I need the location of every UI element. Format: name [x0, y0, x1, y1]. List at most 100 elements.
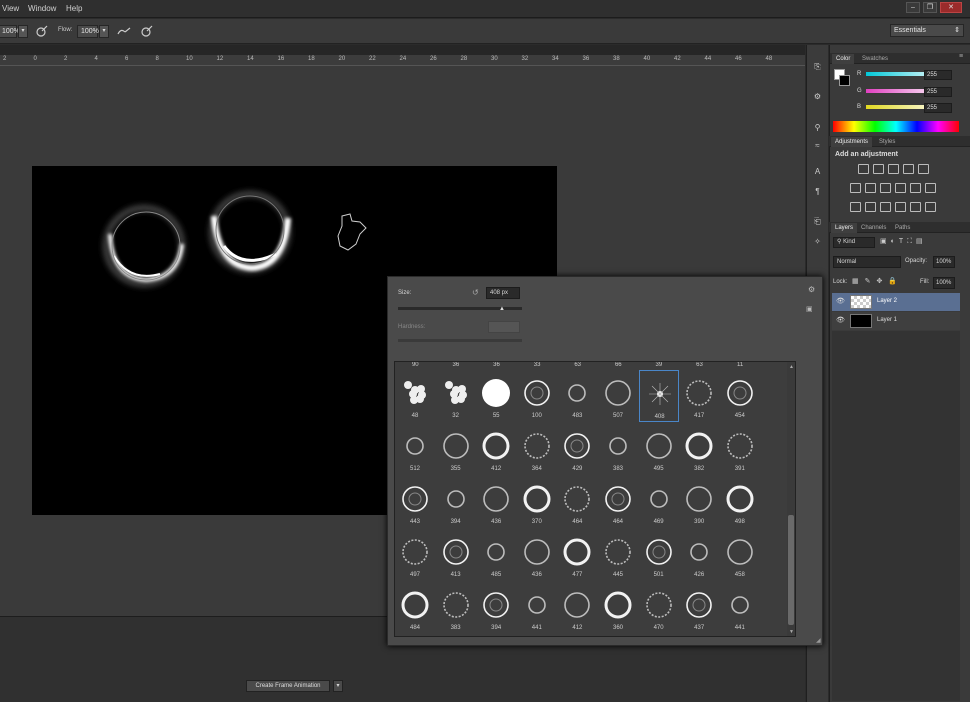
brush-preset-tile[interactable]: 55	[476, 370, 516, 422]
character-icon[interactable]: A	[811, 165, 824, 178]
brush-preset-tile[interactable]: 413	[436, 529, 476, 581]
brush-preset-tile[interactable]: 382	[679, 423, 719, 475]
scroll-up-icon[interactable]: ▲	[789, 364, 794, 370]
brush-preset-tile[interactable]: 417	[679, 370, 719, 422]
brush-preset-tile[interactable]: 469	[639, 476, 679, 528]
brush-presets-icon[interactable]: ⚲	[811, 121, 824, 134]
layer-filter-icons[interactable]: ▣◐T⛶▤	[880, 237, 960, 248]
tab-styles[interactable]: Styles	[875, 137, 899, 147]
brush-preset-tile[interactable]: 464	[557, 476, 597, 528]
brush-preset-tile[interactable]: 394	[476, 582, 516, 634]
brush-preset-tile[interactable]: 485	[476, 529, 516, 581]
brush-preset-tile[interactable]: 408	[638, 370, 679, 422]
brush-preset-tile[interactable]: 483	[557, 370, 597, 422]
menu-view[interactable]: View	[2, 4, 19, 13]
tab-layers[interactable]: Layers	[831, 223, 858, 233]
misc-adjust-icon[interactable]	[925, 202, 936, 212]
pressure-size-icon[interactable]	[140, 25, 153, 38]
selective-color-icon[interactable]	[910, 202, 921, 212]
properties-icon[interactable]: ⚙	[811, 90, 824, 103]
brush-preset-tile[interactable]: 383	[598, 423, 638, 475]
brush-preset-tile[interactable]: 441	[517, 582, 557, 634]
brush-preset-tile[interactable]: 443	[395, 476, 435, 528]
black-white-icon[interactable]	[880, 183, 891, 193]
brush-preset-tile[interactable]: 383	[436, 582, 476, 634]
brush-preset-tile[interactable]: 477	[557, 529, 597, 581]
close-button[interactable]: ✕	[940, 2, 962, 13]
brush-preset-tile[interactable]: 370	[517, 476, 557, 528]
exposure-icon[interactable]	[903, 164, 914, 174]
create-frame-animation-button[interactable]: Create Frame Animation	[246, 680, 330, 692]
hardness-slider[interactable]	[398, 339, 522, 342]
hue-saturation-icon[interactable]	[850, 183, 861, 193]
blend-mode-select[interactable]: Normal	[833, 256, 901, 268]
brush-preset-tile[interactable]: 445	[598, 529, 638, 581]
brush-preset-tile[interactable]: 441	[720, 582, 760, 634]
brush-preset-tile[interactable]: 364	[517, 423, 557, 475]
opacity-field[interactable]: 100%	[0, 25, 20, 38]
brush-preset-tile[interactable]: 507	[598, 370, 638, 422]
history-icon[interactable]: ⎘	[811, 60, 824, 73]
invert-icon[interactable]	[850, 202, 861, 212]
brush-preset-tile[interactable]: 501	[639, 529, 679, 581]
paragraph-icon[interactable]: ¶	[811, 185, 824, 198]
horizontal-ruler[interactable]: 2 0 2 4 6 8 10 12 14 16 18 20 22 24 26 28 30 32 34 36 38 40 42…	[0, 55, 805, 66]
channel-mixer-icon[interactable]	[910, 183, 921, 193]
lock-icons[interactable]: ▦✎✥🔒	[852, 277, 903, 285]
flow-field[interactable]: 100%	[77, 25, 99, 38]
workspace-switcher[interactable]: Essentials ⇕	[890, 24, 964, 37]
threshold-icon[interactable]	[880, 202, 891, 212]
channel-r-value[interactable]: 255	[924, 70, 952, 80]
airbrush-icon[interactable]	[116, 25, 132, 38]
scroll-down-icon[interactable]: ▼	[789, 629, 794, 635]
brush-preset-tile[interactable]: 498	[720, 476, 760, 528]
brush-preset-tile[interactable]: 458	[720, 529, 760, 581]
brush-preset-tile[interactable]: 363	[436, 635, 476, 636]
reset-size-icon[interactable]: ↺	[472, 288, 479, 297]
channel-g-value[interactable]: 255	[924, 87, 952, 97]
brush-preset-tile[interactable]: 454	[720, 370, 760, 422]
curves-icon[interactable]	[888, 164, 899, 174]
brush-preset-tile[interactable]: 484	[395, 582, 435, 634]
minimize-button[interactable]: –	[906, 2, 920, 13]
scrollbar-thumb[interactable]	[788, 515, 794, 625]
vibrance-icon[interactable]	[918, 164, 929, 174]
brush-preset-tile[interactable]: 355	[436, 423, 476, 475]
brush-preset-tile[interactable]: 426	[679, 529, 719, 581]
brush-preset-tile[interactable]: 497	[395, 529, 435, 581]
eye-icon[interactable]: 👁	[836, 297, 845, 305]
tool-presets-icon[interactable]: ✧	[811, 235, 824, 248]
brush-preset-tile[interactable]: 360	[598, 582, 638, 634]
gear-icon[interactable]: ⚙	[808, 285, 815, 294]
brush-preset-tile[interactable]: 100	[517, 370, 557, 422]
panel-menu-icon[interactable]: ≡	[959, 53, 963, 60]
new-preset-icon[interactable]: ▣	[806, 305, 813, 313]
brush-preset-tile[interactable]: 48	[395, 370, 435, 422]
clone-source-icon[interactable]: ⎗	[811, 215, 824, 228]
resize-grip-icon[interactable]: ◢	[816, 637, 821, 644]
layer-row-layer-2[interactable]: 👁 Layer 2	[832, 293, 960, 311]
levels-icon[interactable]	[873, 164, 884, 174]
channel-b-value[interactable]: 255	[924, 103, 952, 113]
layer-opacity-field[interactable]: 100%	[933, 256, 955, 268]
brush-preset-tile[interactable]: 436	[517, 529, 557, 581]
brush-preset-tile[interactable]: 412	[557, 582, 597, 634]
layer-name[interactable]: Layer 1	[877, 317, 897, 323]
tab-color[interactable]: Color	[832, 54, 855, 64]
tab-adjustments[interactable]: Adjustments	[831, 137, 873, 147]
tab-paths[interactable]: Paths	[891, 223, 914, 233]
size-field[interactable]: 408 px	[486, 287, 520, 299]
brush-preset-tile[interactable]: 390	[679, 476, 719, 528]
menu-help[interactable]: Help	[66, 4, 82, 13]
photo-filter-icon[interactable]	[895, 183, 906, 193]
brush-preset-tile[interactable]: 437	[679, 582, 719, 634]
restore-button[interactable]: ❐	[923, 2, 937, 13]
tab-channels[interactable]: Channels	[857, 223, 890, 233]
brush-preset-tile[interactable]: 436	[476, 476, 516, 528]
opacity-dropdown[interactable]: ▾	[18, 25, 28, 38]
color-spectrum-bar[interactable]	[833, 121, 959, 132]
menu-window[interactable]: Window	[28, 4, 56, 13]
brightness-icon[interactable]	[858, 164, 869, 174]
posterize-icon[interactable]	[865, 202, 876, 212]
brush-preset-tile[interactable]: 429	[557, 423, 597, 475]
